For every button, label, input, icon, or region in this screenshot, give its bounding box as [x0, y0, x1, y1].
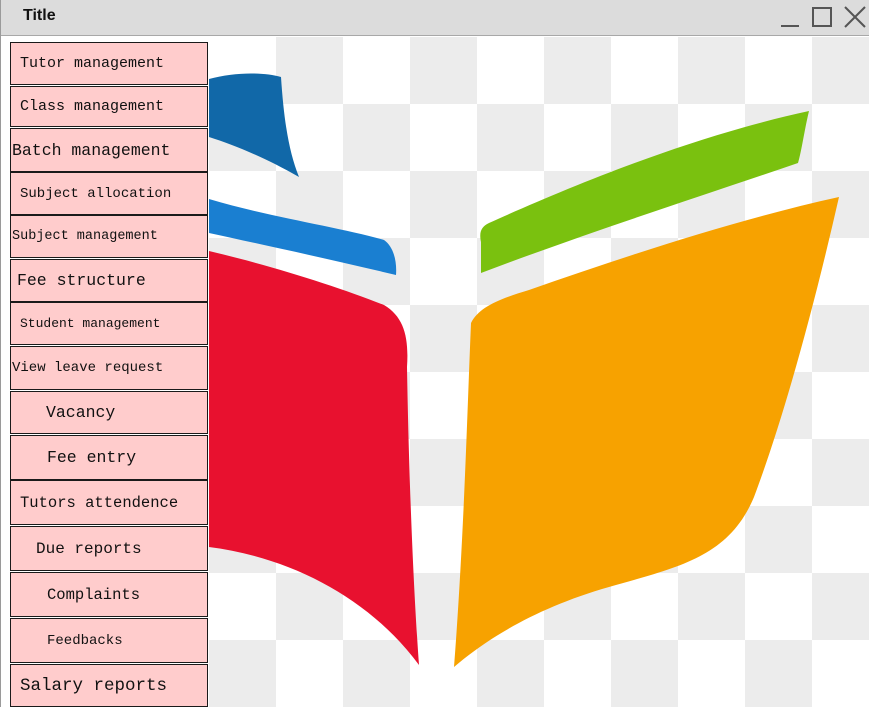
open-book-logo-icon — [209, 73, 839, 667]
sidebar-item-complaints[interactable]: Complaints — [10, 572, 208, 617]
sidebar-item-view-leave-request[interactable]: View leave request — [10, 346, 208, 390]
sidebar-item-tutors-attendence[interactable]: Tutors attendence — [10, 480, 208, 525]
sidebar-item-feedbacks[interactable]: Feedbacks — [10, 618, 208, 663]
sidebar-item-subject-allocation[interactable]: Subject allocation — [10, 172, 208, 215]
window-title: Title — [23, 7, 56, 24]
sidebar-item-salary-reports[interactable]: Salary reports — [10, 664, 208, 707]
sidebar-item-subject-management[interactable]: Subject management — [10, 215, 208, 258]
sidebar-item-due-reports[interactable]: Due reports — [10, 526, 208, 571]
title-bar[interactable]: Title — [1, 0, 869, 36]
sidebar-item-fee-entry[interactable]: Fee entry — [10, 435, 208, 480]
close-icon[interactable] — [842, 4, 868, 30]
sidebar-item-tutor-management[interactable]: Tutor management — [10, 42, 208, 85]
minimize-icon[interactable] — [779, 4, 805, 30]
sidebar-item-fee-structure[interactable]: Fee structure — [10, 259, 208, 302]
sidebar-item-batch-management[interactable]: Batch management — [10, 128, 208, 172]
app-window: Title Tutor management Class management … — [0, 0, 869, 707]
sidebar-item-class-management[interactable]: Class management — [10, 86, 208, 127]
logo-area — [209, 37, 869, 707]
sidebar-item-student-management[interactable]: Student management — [10, 302, 208, 345]
sidebar-item-vacancy[interactable]: Vacancy — [10, 391, 208, 434]
maximize-icon[interactable] — [810, 4, 836, 30]
